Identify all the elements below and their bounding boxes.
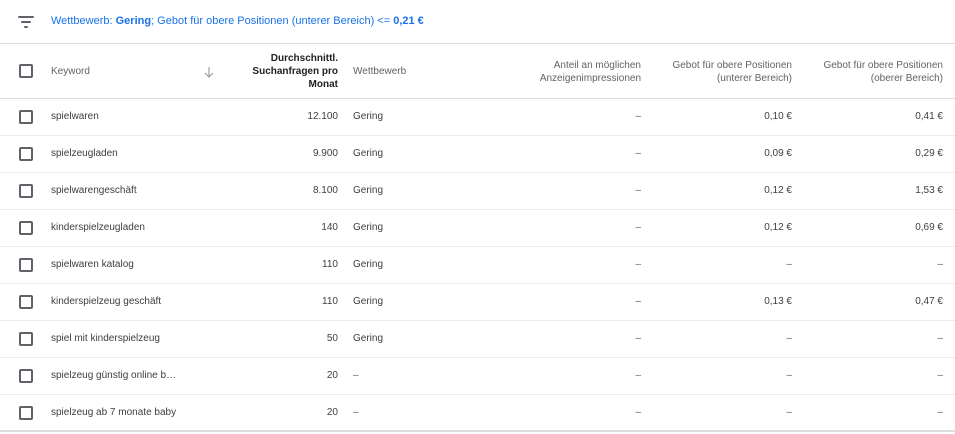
impression-share-cell: – (635, 111, 641, 122)
keyword-cell: spielzeug günstig online b… (51, 370, 177, 381)
column-header-keyword[interactable]: Keyword (51, 65, 90, 78)
bid-low-cell: 0,12 € (764, 222, 792, 233)
avg-searches-cell: 140 (321, 222, 338, 233)
keyword-cell: spielwaren (51, 111, 99, 122)
table-row[interactable]: spielwaren 12.100 Gering – 0,10 € 0,41 € (0, 99, 955, 136)
impression-share-cell: – (635, 407, 641, 418)
avg-searches-cell: 110 (322, 296, 338, 307)
active-filter-chip[interactable]: Wettbewerb: Gering; Gebot für obere Posi… (51, 15, 424, 27)
bid-high-cell: – (937, 407, 943, 418)
row-checkbox[interactable] (19, 332, 33, 346)
table-row[interactable]: kinderspielzeugladen 140 Gering – 0,12 € 0,69… (0, 210, 955, 247)
impression-share-cell: – (635, 148, 641, 159)
select-all-checkbox[interactable] (19, 64, 33, 78)
bid-low-cell: 0,10 € (764, 111, 792, 122)
bid-low-line1: Gebot für obere Positionen (672, 60, 792, 71)
table-row[interactable]: spielzeug ab 7 monate baby 20 – – – – (0, 395, 955, 432)
competition-cell: Gering (353, 111, 384, 122)
competition-cell: Gering (353, 333, 384, 344)
impression-share-line2: Anzeigenimpressionen (539, 73, 641, 84)
keyword-cell: spielwaren katalog (51, 259, 134, 270)
table-row[interactable]: spielzeug günstig online b… 20 – – – – (0, 358, 955, 395)
impression-share-cell: – (635, 296, 641, 307)
row-checkbox[interactable] (19, 184, 33, 198)
avg-searches-line2: Suchanfragen pro (252, 66, 338, 77)
competition-cell: Gering (353, 222, 384, 233)
bid-low-cell: – (786, 407, 792, 418)
table-row[interactable]: kinderspielzeug geschäft 110 Gering – 0,13 €… (0, 284, 955, 321)
keyword-cell: kinderspielzeugladen (51, 222, 145, 233)
row-checkbox[interactable] (19, 221, 33, 235)
keyword-cell: spielwarengeschäft (51, 185, 137, 196)
competition-cell: Gering (353, 296, 384, 307)
competition-cell: Gering (353, 148, 384, 159)
column-header-bid-low[interactable]: Gebot für obere Positionen (unterer Bere… (650, 59, 792, 85)
row-checkbox[interactable] (19, 406, 33, 420)
filter-bar: Wettbewerb: Gering; Gebot für obere Posi… (0, 0, 955, 44)
bid-high-cell: 0,69 € (915, 222, 943, 233)
table-row[interactable]: spielzeugladen 9.900 Gering – 0,09 € 0,29 € (0, 136, 955, 173)
impression-share-cell: – (635, 370, 641, 381)
competition-cell: – (353, 370, 359, 381)
avg-searches-line3: Monat (308, 79, 338, 90)
column-header-competition[interactable]: Wettbewerb (353, 65, 406, 78)
bid-low-cell: 0,09 € (764, 148, 792, 159)
row-checkbox[interactable] (19, 369, 33, 383)
filter-label-prefix: Wettbewerb: (51, 15, 116, 27)
keyword-cell: spiel mit kinderspielzeug (51, 333, 160, 344)
row-checkbox[interactable] (19, 258, 33, 272)
avg-searches-cell: 8.100 (312, 185, 338, 196)
filter-label-mid: ; Gebot für obere Positionen (unterer Be… (151, 15, 394, 27)
filter-value-competition: Gering (115, 15, 152, 27)
bid-high-line2: (oberer Bereich) (870, 73, 943, 84)
filter-icon[interactable] (18, 16, 34, 28)
competition-cell: Gering (353, 185, 384, 196)
bid-low-cell: – (786, 370, 792, 381)
table-row[interactable]: spielwaren katalog 110 Gering – – – (0, 247, 955, 284)
keyword-cell: spielzeugladen (51, 148, 118, 159)
row-checkbox[interactable] (19, 295, 33, 309)
row-checkbox[interactable] (19, 110, 33, 124)
bid-high-cell: 0,41 € (915, 111, 943, 122)
column-header-bid-high[interactable]: Gebot für obere Positionen (oberer Berei… (801, 59, 943, 85)
table-header: Keyword Durchschnittl. Suchanfragen pro … (0, 44, 955, 99)
bid-low-cell: 0,12 € (764, 185, 792, 196)
avg-searches-cell: 20 (326, 407, 338, 418)
bid-high-cell: – (937, 370, 943, 381)
keyword-cell: kinderspielzeug geschäft (51, 296, 162, 307)
bid-high-cell: – (937, 333, 943, 344)
bid-high-cell: 0,29 € (915, 148, 943, 159)
avg-searches-cell: 110 (322, 259, 338, 270)
filter-value-bid: 0,21 € (393, 15, 424, 27)
keyword-cell: spielzeug ab 7 monate baby (51, 407, 177, 418)
avg-searches-line1: Durchschnittl. (270, 53, 338, 64)
bid-high-cell: – (937, 259, 943, 270)
bid-low-cell: – (786, 259, 792, 270)
bid-high-cell: 0,47 € (915, 296, 943, 307)
column-header-impression-share[interactable]: Anteil an möglichen Anzeigenimpressionen (480, 59, 641, 85)
competition-cell: – (353, 407, 359, 418)
impression-share-line1: Anteil an möglichen (553, 60, 641, 71)
bid-high-cell: 1,53 € (915, 185, 943, 196)
impression-share-cell: – (635, 259, 641, 270)
column-header-avg-searches[interactable]: Durchschnittl. Suchanfragen pro Monat (228, 52, 338, 91)
bid-high-line1: Gebot für obere Positionen (823, 60, 943, 71)
impression-share-cell: – (635, 222, 641, 233)
arrow-down-icon[interactable] (203, 65, 215, 79)
table-row[interactable]: spiel mit kinderspielzeug 50 Gering – – – (0, 321, 955, 358)
bid-low-line2: (unterer Bereich) (716, 73, 792, 84)
avg-searches-cell: 9.900 (312, 148, 338, 159)
competition-cell: Gering (353, 259, 384, 270)
row-checkbox[interactable] (19, 147, 33, 161)
impression-share-cell: – (635, 185, 641, 196)
bid-low-cell: 0,13 € (764, 296, 792, 307)
avg-searches-cell: 50 (326, 333, 338, 344)
impression-share-cell: – (635, 333, 641, 344)
avg-searches-cell: 20 (326, 370, 338, 381)
bid-low-cell: – (786, 333, 792, 344)
table-row[interactable]: spielwarengeschäft 8.100 Gering – 0,12 € 1,53… (0, 173, 955, 210)
avg-searches-cell: 12.100 (307, 111, 338, 122)
